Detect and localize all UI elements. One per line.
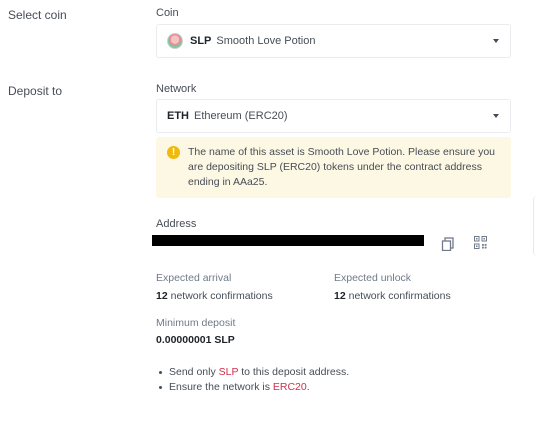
side-panel-edge — [533, 196, 538, 256]
expected-unlock-unit: network confirmations — [348, 290, 451, 302]
contract-notice: ! The name of this asset is Smooth Love … — [156, 137, 511, 198]
expected-unlock-value: 12 network confirmations — [334, 290, 451, 302]
coin-name: Smooth Love Potion — [216, 35, 316, 47]
tip-text: Ensure the network is — [169, 381, 273, 393]
step-label-deposit-to: Deposit to — [8, 84, 63, 98]
tip-text: Send only — [169, 366, 219, 378]
network-select[interactable]: ETH Ethereum (ERC20) — [156, 99, 511, 133]
tip-highlight-coin: SLP — [218, 366, 239, 378]
coin-label: Coin — [156, 7, 179, 19]
network-name: Ethereum (ERC20) — [194, 110, 288, 122]
expected-arrival-count: 12 — [156, 290, 168, 302]
notice-text: The name of this asset is Smooth Love Po… — [188, 146, 496, 188]
list-item: Ensure the network is ERC20. — [156, 380, 349, 395]
expected-arrival-value: 12 network confirmations — [156, 290, 273, 302]
minimum-deposit-value: 0.00000001 SLP — [156, 334, 235, 346]
warning-icon: ! — [167, 146, 180, 159]
list-item: Send only SLP to this deposit address. — [156, 365, 349, 380]
step-label-select-coin: Select coin — [8, 8, 67, 22]
address-label: Address — [156, 218, 197, 230]
expected-arrival-unit: network confirmations — [170, 290, 273, 302]
minimum-deposit-label: Minimum deposit — [156, 317, 236, 329]
deposit-address-redacted — [152, 235, 424, 246]
chevron-down-icon — [493, 114, 499, 118]
qr-code-icon[interactable] — [474, 236, 487, 249]
expected-unlock-count: 12 — [334, 290, 346, 302]
expected-arrival-label: Expected arrival — [156, 272, 232, 284]
expected-unlock-label: Expected unlock — [334, 272, 412, 284]
coin-select[interactable]: SLP Smooth Love Potion — [156, 24, 511, 58]
network-label: Network — [156, 83, 197, 95]
network-symbol: ETH — [167, 110, 189, 122]
chevron-down-icon — [493, 39, 499, 43]
tip-text: . — [306, 381, 310, 393]
tip-text: to this deposit address. — [238, 366, 350, 378]
tip-highlight-network: ERC20 — [272, 381, 307, 393]
deposit-tips: Send only SLP to this deposit address. E… — [156, 365, 349, 395]
coin-symbol: SLP — [190, 35, 212, 47]
slp-coin-logo-icon — [167, 33, 183, 49]
copy-icon[interactable] — [441, 237, 455, 251]
